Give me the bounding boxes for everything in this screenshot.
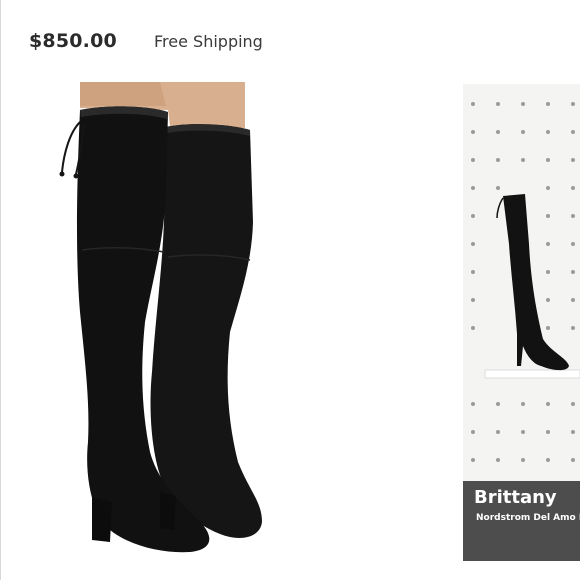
store-name: Nordstrom Del Amo Fashion [476, 513, 580, 523]
left-divider [0, 0, 1, 580]
thumbnail-caption: Brittany Nordstrom Del Amo Fashion [463, 481, 580, 561]
boots-icon [59, 82, 262, 553]
seller-thumbnail[interactable]: Brittany Nordstrom Del Amo Fashion [463, 84, 580, 561]
seller-name: Brittany [474, 487, 557, 508]
price: $850.00 [29, 30, 117, 52]
main-product-image[interactable] [40, 82, 290, 562]
shipping-label: Free Shipping [154, 32, 263, 51]
